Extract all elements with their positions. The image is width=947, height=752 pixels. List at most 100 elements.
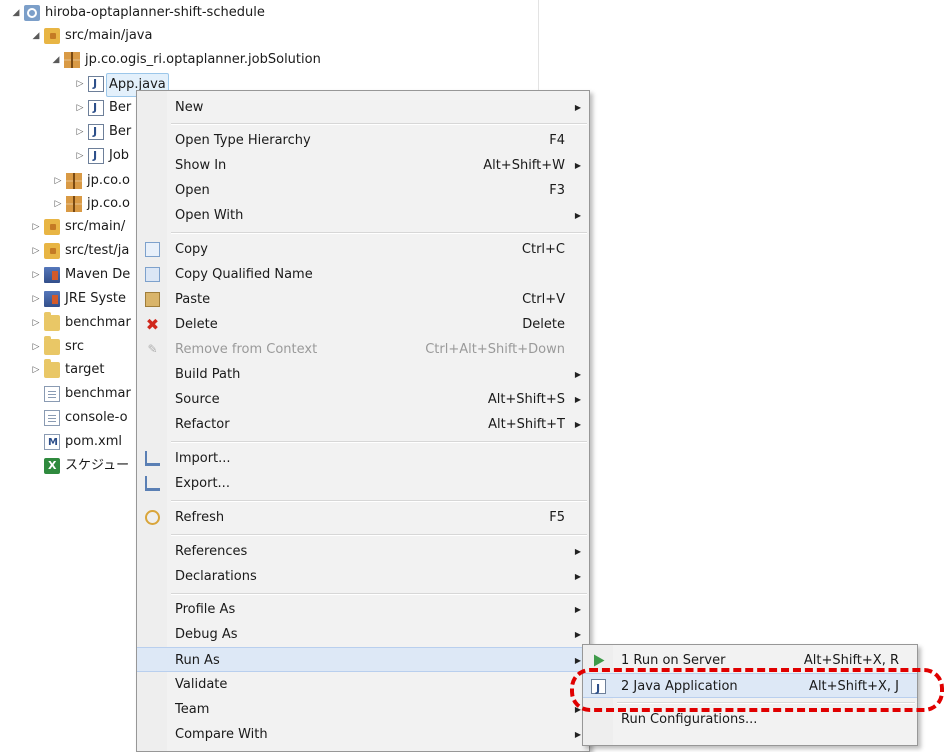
submenu-arrow-icon: ▶	[574, 630, 581, 639]
tree-item-label: src	[65, 339, 84, 354]
tree-item-label: Maven De	[65, 267, 131, 282]
menu-item-shortcut: Alt+Shift+W	[483, 158, 565, 173]
file-icon	[44, 386, 60, 402]
menu-item-source[interactable]: Source Alt+Shift+S ▶	[137, 387, 589, 412]
menu-separator	[171, 534, 587, 536]
source-folder-icon	[44, 243, 60, 259]
expand-triangle-icon[interactable]: ▷	[52, 170, 64, 192]
menu-item-label: Refactor	[175, 417, 230, 432]
expand-triangle-icon[interactable]: ▷	[74, 73, 86, 95]
menu-item-copy-qualified-name[interactable]: Copy Qualified Name	[137, 262, 589, 287]
expand-triangle-icon[interactable]: ▷	[74, 145, 86, 167]
menu-item-paste[interactable]: Paste Ctrl+V	[137, 287, 589, 312]
menu-item-open[interactable]: Open F3	[137, 178, 589, 203]
tree-item-label: benchmar	[65, 315, 131, 330]
collapse-triangle-icon[interactable]: ◢	[10, 2, 22, 24]
menu-item-shortcut: Alt+Shift+S	[487, 392, 565, 407]
menu-item-refresh[interactable]: Refresh F5	[137, 505, 589, 530]
menu-item-profile-as[interactable]: Profile As ▶	[137, 597, 589, 622]
menu-item-refactor[interactable]: Refactor Alt+Shift+T ▶	[137, 412, 589, 437]
submenu-arrow-icon: ▶	[574, 370, 581, 379]
refresh-icon	[145, 510, 160, 525]
menu-item-label: Open	[175, 183, 210, 198]
menu-item-show-in[interactable]: Show In Alt+Shift+W ▶	[137, 153, 589, 178]
tree-item-label: Ber	[109, 124, 132, 139]
menu-item-label: Show In	[175, 158, 227, 173]
menu-separator	[171, 232, 587, 234]
copy-qualified-name-icon	[145, 267, 160, 282]
expand-triangle-icon[interactable]: ▷	[30, 359, 42, 381]
menu-item-compare-with[interactable]: Compare With ▶	[137, 722, 589, 747]
expand-triangle-icon[interactable]: ▷	[30, 240, 42, 262]
menu-separator	[171, 500, 587, 502]
menu-item-shortcut: Ctrl+V	[522, 292, 565, 307]
menu-item-label: Paste	[175, 292, 211, 307]
menu-separator	[171, 593, 587, 595]
submenu-arrow-icon: ▶	[574, 161, 581, 170]
menu-item-declarations[interactable]: Declarations ▶	[137, 564, 589, 589]
menu-item-label: Export...	[175, 476, 230, 491]
menu-item-label: Debug As	[175, 627, 238, 642]
expand-triangle-icon[interactable]: ▷	[52, 193, 64, 215]
expand-triangle-icon[interactable]: ▷	[30, 264, 42, 286]
menu-item-label: Open With	[175, 208, 244, 223]
collapse-triangle-icon[interactable]: ◢	[30, 25, 42, 47]
menu-item-copy[interactable]: Copy Ctrl+C	[137, 237, 589, 262]
menu-item-references[interactable]: References ▶	[137, 539, 589, 564]
tree-item-label: hiroba-optaplanner-shift-schedule	[45, 5, 265, 20]
collapse-triangle-icon[interactable]: ◢	[50, 49, 62, 71]
menu-item-label: Profile As	[175, 602, 236, 617]
expand-triangle-icon[interactable]: ▷	[30, 216, 42, 238]
expand-triangle-icon[interactable]: ▷	[30, 336, 42, 358]
menu-item-shortcut: F4	[549, 133, 565, 148]
menu-item-label: References	[175, 544, 248, 559]
library-icon	[44, 267, 60, 283]
menu-item-shortcut: Ctrl+Alt+Shift+Down	[425, 342, 565, 357]
menu-item-label: New	[175, 100, 204, 115]
paste-icon	[145, 292, 160, 307]
menu-item-label: Remove from Context	[175, 342, 318, 357]
annotation-highlight	[570, 668, 944, 712]
menu-item-open-type-hierarchy[interactable]: Open Type Hierarchy F4	[137, 128, 589, 153]
tree-item-label: src/test/ja	[65, 243, 130, 258]
tree-item-label: Job	[109, 148, 130, 163]
tree-item-label: JRE Syste	[65, 291, 127, 306]
expand-triangle-icon[interactable]: ▷	[74, 97, 86, 119]
menu-item-validate[interactable]: Validate	[137, 672, 589, 697]
menu-item-open-with[interactable]: Open With ▶	[137, 203, 589, 228]
tree-item-label: pom.xml	[65, 434, 122, 449]
menu-item-remove-from-context: ✎ Remove from Context Ctrl+Alt+Shift+Dow…	[137, 337, 589, 362]
menu-item-delete[interactable]: ✖ Delete Delete	[137, 312, 589, 337]
menu-item-label: Import...	[175, 451, 231, 466]
menu-item-shortcut: Alt+Shift+T	[488, 417, 565, 432]
package-icon	[66, 173, 82, 189]
tree-item-label: jp.co.o	[87, 173, 130, 188]
menu-item-build-path[interactable]: Build Path ▶	[137, 362, 589, 387]
menu-item-export[interactable]: Export...	[137, 471, 589, 496]
menu-item-debug-as[interactable]: Debug As ▶	[137, 622, 589, 647]
menu-item-label: Source	[175, 392, 220, 407]
menu-item-team[interactable]: Team ▶	[137, 697, 589, 722]
tree-item-label: target	[65, 362, 105, 377]
tree-item-label: jp.co.ogis_ri.optaplanner.jobSolution	[85, 52, 321, 67]
folder-icon	[44, 336, 60, 355]
java-file-icon	[88, 73, 104, 95]
expand-triangle-icon[interactable]: ▷	[30, 312, 42, 334]
delete-icon: ✖	[145, 315, 160, 334]
menu-item-label: Declarations	[175, 569, 257, 584]
submenu-arrow-icon: ▶	[574, 605, 581, 614]
menu-item-new[interactable]: New ▶	[137, 95, 589, 120]
run-on-server-icon	[594, 654, 605, 667]
context-menu: New ▶ Open Type Hierarchy F4 Show In Alt…	[136, 90, 590, 752]
submenu-arrow-icon: ▶	[574, 572, 581, 581]
tree-item-label: スケジュー	[65, 458, 130, 473]
menu-item-import[interactable]: Import...	[137, 446, 589, 471]
expand-triangle-icon[interactable]: ▷	[30, 288, 42, 310]
menu-item-shortcut: Ctrl+C	[521, 242, 565, 257]
submenu-arrow-icon: ▶	[574, 103, 581, 112]
menu-item-run-as[interactable]: Run As ▶	[137, 647, 589, 672]
expand-triangle-icon[interactable]: ▷	[74, 121, 86, 143]
menu-item-label: Open Type Hierarchy	[175, 133, 311, 148]
menu-item-label: Build Path	[175, 367, 241, 382]
copy-icon	[145, 242, 160, 257]
